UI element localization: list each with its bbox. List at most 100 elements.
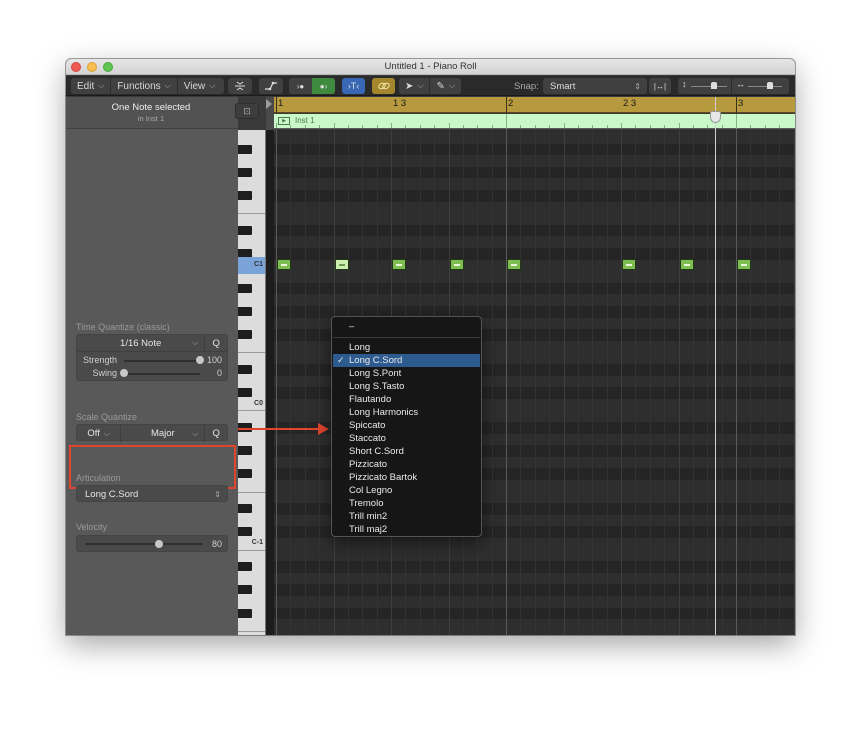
time-quantize-q-button[interactable]: Q	[205, 335, 227, 351]
menu-item[interactable]: Long	[333, 341, 480, 354]
menu-item[interactable]: Pizzicato	[333, 458, 480, 471]
midi-note[interactable]	[507, 259, 521, 271]
black-key[interactable]	[238, 608, 252, 618]
black-key[interactable]	[238, 585, 252, 595]
menu-item-label: Long Harmonics	[349, 407, 419, 418]
menu-item-label: Spiccato	[349, 420, 386, 431]
menu-item[interactable]: Trill maj2	[333, 523, 480, 536]
black-key[interactable]	[238, 388, 252, 398]
velocity-box: 80	[76, 535, 228, 552]
midi-out-button[interactable]: ●›	[312, 78, 335, 94]
velocity-slider-track[interactable]	[85, 543, 203, 545]
velocity-slider-knob[interactable]	[155, 540, 164, 548]
black-key[interactable]	[238, 330, 252, 340]
menu-item-none[interactable]: –	[333, 320, 480, 333]
menu-item[interactable]: Trill min2	[333, 510, 480, 523]
menu-item-label: Trill min2	[349, 511, 388, 522]
menu-item[interactable]: Short C.Sord	[333, 445, 480, 458]
region-tick	[319, 125, 321, 128]
scale-quantize-q-button[interactable]: Q	[205, 425, 227, 442]
midi-note[interactable]	[794, 259, 795, 271]
midi-note[interactable]	[679, 259, 694, 271]
swing-slider-knob[interactable]	[120, 369, 128, 377]
ruler-marker-label: 2 3	[623, 98, 637, 109]
time-quantize-select[interactable]: 1/16 Note ⌵	[77, 335, 206, 351]
black-key[interactable]	[238, 167, 252, 177]
horizontal-zoom-track	[748, 86, 782, 87]
black-key[interactable]	[238, 191, 252, 200]
collapse-button[interactable]	[228, 78, 252, 94]
black-key[interactable]	[238, 365, 252, 374]
region-play-icon[interactable]: ▶	[278, 117, 290, 125]
edit-menu[interactable]: Edit ⌵	[71, 78, 112, 94]
menu-item-label: Pizzicato	[349, 459, 388, 470]
automation-button[interactable]	[259, 78, 283, 94]
region-tick	[362, 125, 364, 128]
playhead[interactable]	[715, 97, 716, 635]
menu-item[interactable]: Long Harmonics	[333, 406, 480, 419]
menu-item-label: Long S.Tasto	[349, 381, 405, 392]
horizontal-zoom-knob[interactable]	[767, 82, 774, 89]
black-key[interactable]	[238, 527, 252, 537]
swing-slider-track[interactable]	[124, 373, 200, 375]
menu-item[interactable]: Long S.Tasto	[333, 380, 480, 393]
region-tick	[304, 125, 306, 128]
strength-slider-track[interactable]	[124, 360, 200, 362]
chevron-down-icon: ⌵	[209, 81, 216, 90]
black-key[interactable]	[238, 144, 252, 154]
scale-root-value: Off	[87, 428, 100, 439]
pointer-tool-menu[interactable]: ➤ ⌵	[399, 78, 431, 94]
midi-note[interactable]	[737, 259, 751, 271]
region-bar-line	[736, 114, 737, 129]
region-tick	[347, 125, 349, 128]
menu-item[interactable]: Tremolo	[333, 497, 480, 510]
region-tick	[664, 125, 666, 128]
chevron-down-icon: ⌵	[417, 81, 424, 90]
scale-root-select[interactable]: Off ⌵	[77, 425, 122, 442]
catch-button[interactable]: ›T‹	[342, 78, 365, 94]
black-key[interactable]	[238, 469, 252, 479]
menu-item-label: Staccato	[349, 433, 386, 444]
midi-note[interactable]	[277, 259, 291, 271]
strength-slider-knob[interactable]	[196, 356, 204, 364]
region-tick	[520, 125, 522, 128]
view-toggle-button[interactable]: ⊡	[235, 103, 259, 119]
black-key[interactable]	[238, 446, 252, 456]
midi-thru-group: ›● ●›	[289, 78, 335, 94]
menu-item[interactable]: Long S.Pont	[333, 367, 480, 380]
link-button[interactable]	[372, 78, 395, 94]
view-menu[interactable]: View ⌵	[178, 78, 222, 94]
horizontal-zoom-slider[interactable]: ↔	[732, 78, 788, 94]
midi-note[interactable]	[622, 259, 636, 271]
black-key[interactable]	[238, 225, 252, 235]
black-key[interactable]	[238, 307, 252, 316]
vertical-zoom-slider[interactable]: ↕	[678, 78, 732, 94]
ruler-bar-tick	[276, 97, 277, 113]
menu-item[interactable]: Spiccato	[333, 419, 480, 432]
menu-item[interactable]: Flautando	[333, 393, 480, 406]
vertical-zoom-knob[interactable]	[711, 82, 718, 89]
fit-button[interactable]: |↔|	[649, 78, 671, 94]
expand-arrow-icon[interactable]	[266, 99, 272, 109]
piano-keyboard[interactable]: C1 C0 C-1	[238, 130, 266, 635]
menu-item[interactable]: Pizzicato Bartok	[333, 471, 480, 484]
midi-note[interactable]	[449, 259, 464, 271]
functions-menu[interactable]: Functions ⌵	[111, 78, 178, 94]
playhead-handle[interactable]	[710, 111, 721, 123]
articulation-select[interactable]: Long C.Sord ⇕	[76, 485, 228, 502]
region-tick	[477, 125, 479, 128]
pencil-tool-menu[interactable]: ✎ ⌵	[430, 78, 460, 94]
black-key[interactable]	[238, 283, 252, 293]
black-key[interactable]	[238, 504, 252, 514]
menu-item[interactable]: ✓ Long C.Sord	[333, 354, 480, 367]
snap-select[interactable]: Smart ⇕	[543, 78, 647, 94]
menu-item[interactable]: Col Legno	[333, 484, 480, 497]
black-key[interactable]	[238, 562, 252, 572]
scale-quantize-label: Scale Quantize	[76, 412, 138, 422]
midi-note[interactable]	[392, 259, 406, 271]
menu-item[interactable]: Staccato	[333, 432, 480, 445]
scale-type-select[interactable]: Major ⌵	[121, 425, 206, 442]
midi-in-button[interactable]: ›●	[289, 78, 312, 94]
midi-out-icon: ●›	[319, 81, 328, 91]
midi-note-selected[interactable]	[334, 259, 349, 271]
